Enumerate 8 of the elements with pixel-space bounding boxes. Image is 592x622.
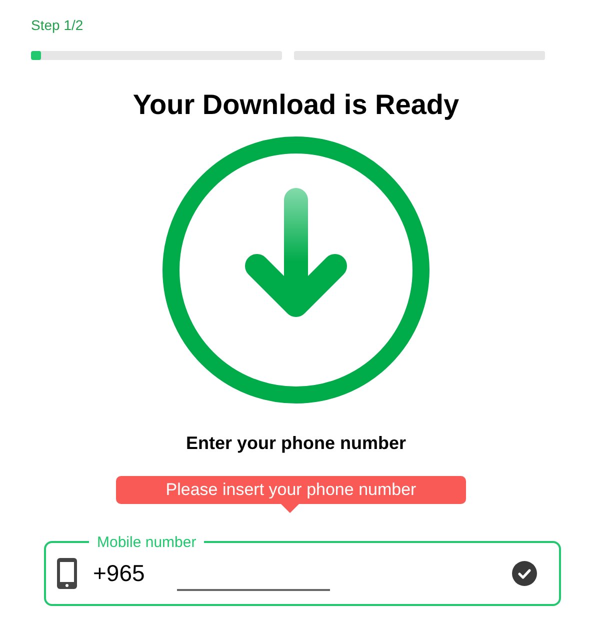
phone-prompt: Enter your phone number <box>186 432 406 454</box>
tooltip-pointer <box>281 504 299 513</box>
country-code: +965 <box>93 559 145 588</box>
phone-icon <box>57 558 77 589</box>
page-title: Your Download is Ready <box>132 88 460 122</box>
download-icon <box>161 135 431 405</box>
step-label: Step 1/2 <box>31 17 84 33</box>
error-tooltip: Please insert your phone number <box>116 476 466 504</box>
